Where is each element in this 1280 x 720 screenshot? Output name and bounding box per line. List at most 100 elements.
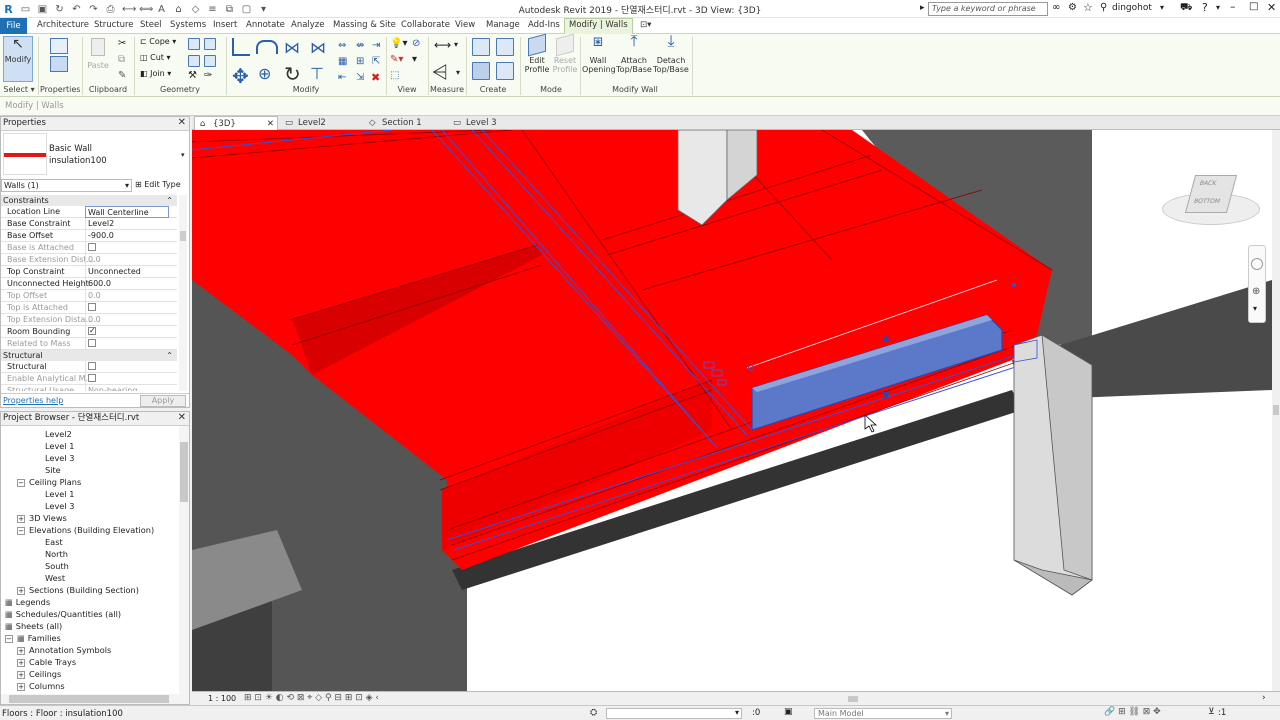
browser-item[interactable]: ▦ Schedules/Quantities (all)	[5, 608, 121, 620]
browser-item[interactable]: + Cable Trays	[17, 656, 76, 668]
tab-annotate[interactable]: Annotate	[246, 20, 285, 30]
cut-scissors-icon[interactable]: ✂	[118, 38, 126, 49]
cut-button[interactable]: ◫ Cut ▾	[140, 53, 170, 62]
property-row[interactable]: Base is Attached	[1, 242, 177, 254]
3d-model-drawing[interactable]	[192, 130, 1272, 691]
measure-dropdown-icon[interactable]: ▾	[454, 40, 458, 49]
close-browser-icon[interactable]: ✕	[178, 412, 186, 423]
property-row[interactable]: Unconnected Height 600.0	[1, 278, 177, 290]
tab-file[interactable]: File	[0, 18, 27, 34]
tab-3d-view[interactable]: ⌂ {3D} ✕	[194, 116, 278, 130]
pick-icon[interactable]: ✑	[204, 70, 212, 81]
tab-architecture[interactable]: Architecture	[37, 20, 89, 30]
properties-scroll-thumb[interactable]	[180, 231, 186, 241]
wall-far-grip-icon[interactable]	[1012, 283, 1016, 287]
design-options-icon[interactable]: ▣	[784, 707, 793, 717]
expand-icon[interactable]: +	[17, 514, 25, 523]
property-row[interactable]: Room Bounding	[1, 325, 177, 338]
tab-options-icon[interactable]: ⊡▾	[640, 20, 651, 30]
property-value[interactable]: -900.0	[85, 230, 169, 242]
detach-top-base-button[interactable]: ⤓ Detach Top/Base	[653, 33, 689, 75]
property-value[interactable]: 600.0	[85, 278, 169, 290]
browser-hscrollbar[interactable]	[1, 694, 189, 704]
design-option-dropdown[interactable]: Main Model ▾	[814, 708, 952, 719]
browser-item[interactable]: Level 1	[45, 488, 74, 500]
view-controls-icons[interactable]: ⊞ ⊡ ☀ ◐ ⟲ ⊠ ⌖ ◇ ⚲ ⊟ ⊞ ⊡ ◈ ‹	[244, 693, 379, 703]
property-value[interactable]	[85, 361, 169, 373]
join-button[interactable]: ◧ Join ▾	[140, 69, 171, 78]
browser-item[interactable]: ▦ Legends	[5, 596, 50, 608]
hide-bulb-icon[interactable]: 💡▾	[390, 38, 407, 49]
match-type-icon[interactable]: ✎	[118, 70, 126, 81]
browser-item[interactable]: Level 3	[45, 452, 74, 464]
tab-structure[interactable]: Structure	[94, 20, 134, 30]
selection-box-icon[interactable]: ⬚	[390, 70, 399, 81]
create-group-icon[interactable]	[496, 38, 514, 56]
steering-wheel-icon[interactable]	[1251, 258, 1263, 270]
favorites-star-icon[interactable]: ☆	[1083, 1, 1093, 14]
scroll-right-icon[interactable]: ›	[1262, 693, 1266, 703]
trim-multiple-icon[interactable]: ⇤	[338, 72, 346, 83]
create-assembly-icon[interactable]	[472, 62, 490, 80]
wall-opening-button[interactable]: ⧆ Wall Opening	[582, 33, 616, 75]
property-row[interactable]: Enable Analytical M...	[1, 373, 177, 385]
property-row[interactable]: Structural Usage Non-bearing	[1, 385, 177, 391]
tab-insert[interactable]: Insert	[213, 20, 237, 30]
paint-icon[interactable]	[188, 55, 200, 67]
browser-item[interactable]: South	[45, 560, 69, 572]
viewcube[interactable]: BACK BOTTOM	[1162, 175, 1260, 230]
group-constraints[interactable]: Constraints ⌃	[1, 195, 177, 206]
apply-button[interactable]: Apply	[140, 395, 186, 407]
search-input[interactable]: Type a keyword or phrase	[928, 2, 1048, 16]
browser-item[interactable]: ▦ Sheets (all)	[5, 620, 62, 632]
expand-arrow-icon[interactable]: ▸	[920, 3, 925, 13]
measure-distance-icon[interactable]: ⟷	[434, 38, 451, 52]
collapse-icon[interactable]: −	[17, 478, 25, 487]
browser-item[interactable]: +3D Views	[17, 512, 67, 524]
type-properties-icon[interactable]	[50, 56, 68, 72]
browser-item[interactable]: + Sections (Building Section)	[17, 584, 139, 596]
properties-scrollbar[interactable]	[179, 195, 187, 391]
properties-help-link[interactable]: Properties help	[3, 396, 63, 405]
view-scale[interactable]: 1 : 100	[208, 694, 236, 703]
aligned-dimension-icon[interactable]: ⩤	[432, 60, 448, 84]
user-icon[interactable]: ⚲	[1100, 2, 1107, 13]
collapse-icon[interactable]: −	[5, 634, 13, 643]
property-checkbox[interactable]	[88, 361, 96, 370]
split-element-icon[interactable]: ⇔	[338, 40, 346, 51]
close-tab-icon[interactable]: ✕	[267, 117, 274, 131]
view-vscroll-thumb[interactable]	[1273, 405, 1279, 415]
group-structural[interactable]: Structural ⌃	[1, 350, 177, 361]
property-value[interactable]: Wall Centerline	[85, 206, 169, 218]
type-selector-dropdown-icon[interactable]: ▾	[181, 151, 185, 159]
edit-type-button[interactable]: ⊞ Edit Type	[135, 179, 187, 192]
split-gap-icon[interactable]: ⇎	[356, 40, 364, 51]
split-face-icon[interactable]	[188, 38, 200, 50]
pin-icon[interactable]: ⇲	[356, 72, 364, 83]
tab-manage[interactable]: Manage	[486, 20, 520, 30]
workset-dropdown[interactable]: ▾	[606, 708, 742, 719]
browser-item[interactable]: West	[45, 572, 65, 584]
tab-systems[interactable]: Systems	[170, 20, 206, 30]
expand-icon[interactable]: +	[17, 670, 25, 679]
help-icon[interactable]: ?	[1202, 1, 1208, 14]
browser-item[interactable]: − Ceiling Plans	[17, 476, 81, 488]
tab-massing-site[interactable]: Massing & Site	[333, 20, 396, 30]
create-parts-icon[interactable]	[472, 38, 490, 56]
tab-steel[interactable]: Steel	[140, 20, 162, 30]
array-icon[interactable]: ▦	[338, 56, 347, 67]
scale-icon[interactable]: ⊞	[356, 56, 364, 67]
binoculars-icon[interactable]: ∞	[1052, 2, 1060, 13]
property-row[interactable]: Base Offset -900.0	[1, 230, 177, 242]
unpin-icon[interactable]: ⇱	[372, 56, 380, 67]
rotate-icon[interactable]: ↻	[284, 62, 301, 86]
selection-toggles-icons[interactable]: 🔗 ⊞ ⛓ ⊠ ✥	[1104, 707, 1161, 717]
tab-level-3[interactable]: ▭ Level 3	[448, 116, 532, 130]
browser-item[interactable]: − ▦ Families	[5, 632, 61, 644]
tab-section-1[interactable]: ◇ Section 1	[364, 116, 448, 130]
filter-icon[interactable]: ⊻	[1208, 707, 1215, 717]
property-row[interactable]: Top is Attached	[1, 302, 177, 314]
browser-item[interactable]: Level2	[45, 428, 72, 440]
trim-extend-icon[interactable]: ⊤	[310, 64, 324, 83]
align-icon[interactable]	[232, 38, 250, 56]
